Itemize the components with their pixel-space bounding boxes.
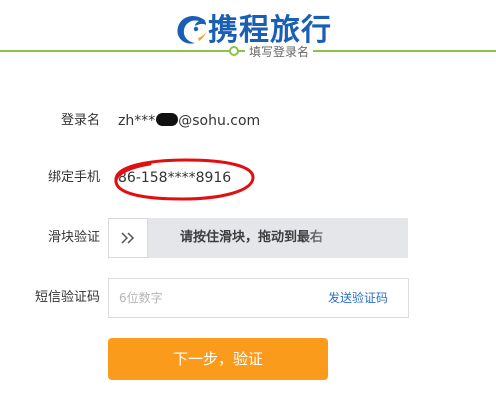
dolphin-logo-icon: [177, 15, 206, 44]
sms-code-input[interactable]: [109, 279, 329, 317]
login-name-suffix: @sohu.com: [178, 113, 261, 129]
redaction-mark: [156, 113, 179, 126]
slider-handle[interactable]: [108, 218, 148, 258]
phone-label: 绑定手机: [47, 170, 100, 185]
annotation-circle: [114, 158, 255, 201]
sms-code-label: 短信验证码: [34, 290, 100, 305]
step-label: 填写登录名: [245, 44, 314, 60]
next-step-button[interactable]: 下一步，验证: [108, 338, 328, 380]
slider-shine: [300, 218, 360, 258]
double-chevron-right-icon: [121, 232, 135, 244]
step-progress-dot: [229, 46, 239, 56]
login-name-label: 登录名: [60, 113, 100, 128]
login-name-value: zh*** @sohu.com: [118, 111, 260, 131]
brand-name: 携程旅行: [208, 13, 332, 48]
login-name-prefix: zh***: [118, 113, 156, 129]
slider-label: 滑块验证: [47, 230, 100, 245]
send-code-link[interactable]: 发送验证码: [328, 279, 388, 317]
sms-code-field: 发送验证码: [108, 278, 409, 318]
verification-page: 携程旅行 填写登录名 登录名 zh*** @sohu.com 绑定手机 86-15…: [0, 0, 496, 399]
slider-captcha[interactable]: 请按住滑块，拖动到最右: [108, 218, 408, 258]
